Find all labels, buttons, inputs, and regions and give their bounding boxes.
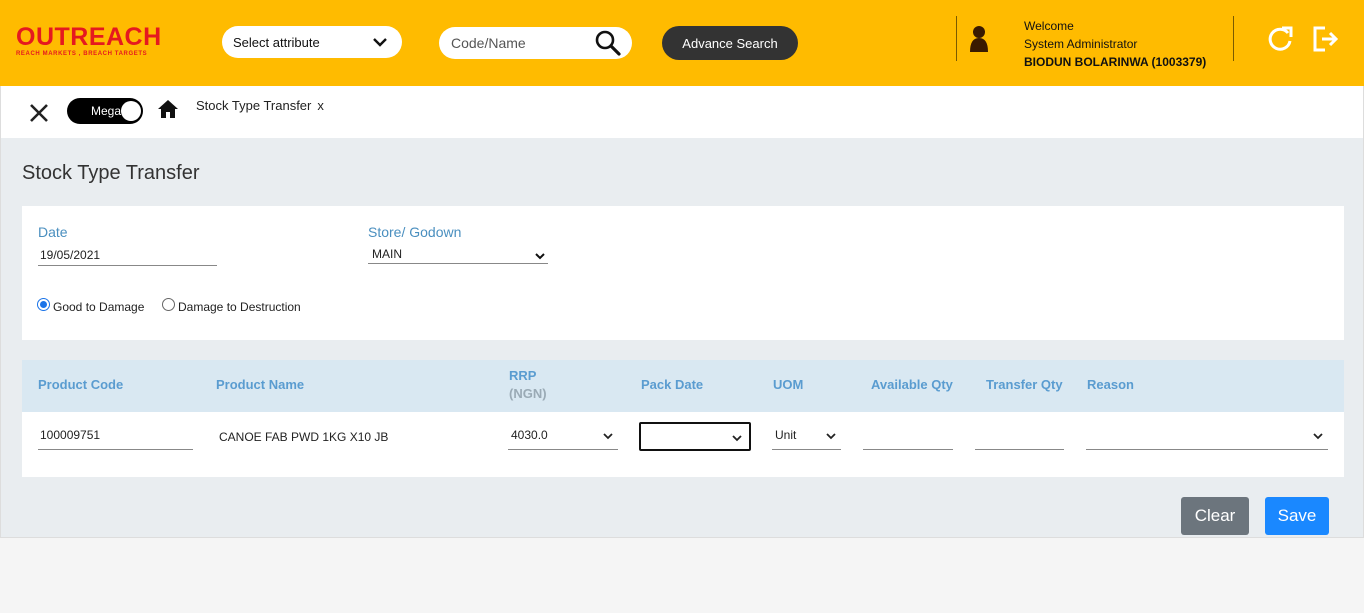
radio-damage-to-destruction-label: Damage to Destruction <box>178 300 301 314</box>
store-godown-select[interactable]: MAIN <box>368 246 548 264</box>
reason-select[interactable] <box>1086 424 1328 450</box>
home-icon[interactable] <box>157 99 179 119</box>
radio-damage-to-destruction[interactable] <box>162 298 175 311</box>
column-uom: UOM <box>773 377 804 392</box>
product-grid: Product Code Product Name RRP (NGN) Pack… <box>22 360 1344 477</box>
column-rrp-label: RRP <box>509 368 537 383</box>
tab-close-button[interactable]: x <box>317 98 324 113</box>
grid-header: Product Code Product Name RRP (NGN) Pack… <box>22 360 1344 412</box>
logout-icon[interactable] <box>1311 25 1339 53</box>
close-icon[interactable] <box>28 102 50 124</box>
product-name-cell: CANOE FAB PWD 1KG X10 JB <box>219 430 389 444</box>
rrp-value: 4030.0 <box>511 428 548 442</box>
main-content: Stock Type Transfer Date 19/05/2021 Stor… <box>0 138 1364 538</box>
attribute-select[interactable]: Select attribute <box>222 26 402 58</box>
rrp-select[interactable]: 4030.0 <box>508 424 618 450</box>
page-title: Stock Type Transfer <box>22 162 200 184</box>
store-godown-value: MAIN <box>372 247 402 261</box>
tab-bar: Mega Stock Type Transfer x <box>0 86 1364 138</box>
available-qty-field[interactable] <box>863 424 953 450</box>
chevron-down-icon <box>535 253 545 260</box>
column-rrp: RRP (NGN) <box>509 368 547 401</box>
column-rrp-currency: (NGN) <box>509 386 547 401</box>
mega-toggle-label: Mega <box>91 104 122 118</box>
chevron-down-icon <box>1313 433 1323 440</box>
chevron-down-icon <box>373 38 387 47</box>
uom-select[interactable]: Unit <box>772 424 841 450</box>
top-bar: OUTREACH REACH MARKETS , BREACH TARGETS … <box>0 0 1364 86</box>
chevron-down-icon <box>603 433 613 440</box>
chevron-down-icon <box>732 435 742 442</box>
column-transfer-qty: Transfer Qty <box>986 377 1063 392</box>
column-product-code: Product Code <box>38 377 124 392</box>
clear-button[interactable]: Clear <box>1181 497 1249 535</box>
user-icon <box>970 26 988 52</box>
toggle-knob <box>121 101 141 121</box>
column-available-qty: Available Qty <box>871 377 953 392</box>
uom-value: Unit <box>775 428 797 442</box>
column-pack-date: Pack Date <box>641 377 704 392</box>
search-icon[interactable] <box>593 29 623 57</box>
logo-tagline: REACH MARKETS , BREACH TARGETS <box>16 51 148 57</box>
header-divider <box>1233 16 1234 61</box>
refresh-icon[interactable] <box>1266 25 1294 53</box>
welcome-text: Welcome <box>1024 19 1074 33</box>
date-label: Date <box>38 224 68 240</box>
transfer-form: Date 19/05/2021 Store/ Godown MAIN Good … <box>22 206 1344 340</box>
radio-good-to-damage-label: Good to Damage <box>53 300 145 314</box>
user-greeting: Welcome System Administrator BIODUN BOLA… <box>1024 17 1206 71</box>
save-button[interactable]: Save <box>1265 497 1329 535</box>
user-role: System Administrator <box>1024 37 1138 51</box>
header-divider <box>956 16 957 61</box>
column-reason: Reason <box>1087 377 1134 392</box>
search-box <box>439 27 632 59</box>
product-code-field[interactable]: 100009751 <box>38 424 193 450</box>
advance-search-button[interactable]: Advance Search <box>662 26 798 60</box>
chevron-down-icon <box>826 433 836 440</box>
radio-good-to-damage[interactable] <box>37 298 50 311</box>
tab-stock-type-transfer[interactable]: Stock Type Transfer x <box>196 98 324 113</box>
pack-date-select[interactable] <box>639 422 751 451</box>
date-field[interactable]: 19/05/2021 <box>38 246 217 266</box>
store-godown-label: Store/ Godown <box>368 224 462 240</box>
outreach-logo[interactable]: OUTREACH REACH MARKETS , BREACH TARGETS <box>16 24 191 60</box>
column-product-name: Product Name <box>216 377 305 392</box>
user-name: BIODUN BOLARINWA (1003379) <box>1024 55 1207 69</box>
transfer-qty-field[interactable] <box>975 424 1064 450</box>
logo-text: OUTREACH <box>16 23 162 51</box>
search-input[interactable] <box>451 34 591 52</box>
attribute-select-value: Select attribute <box>233 34 320 50</box>
tab-title: Stock Type Transfer <box>196 98 312 113</box>
mega-menu-toggle[interactable]: Mega <box>67 98 143 124</box>
